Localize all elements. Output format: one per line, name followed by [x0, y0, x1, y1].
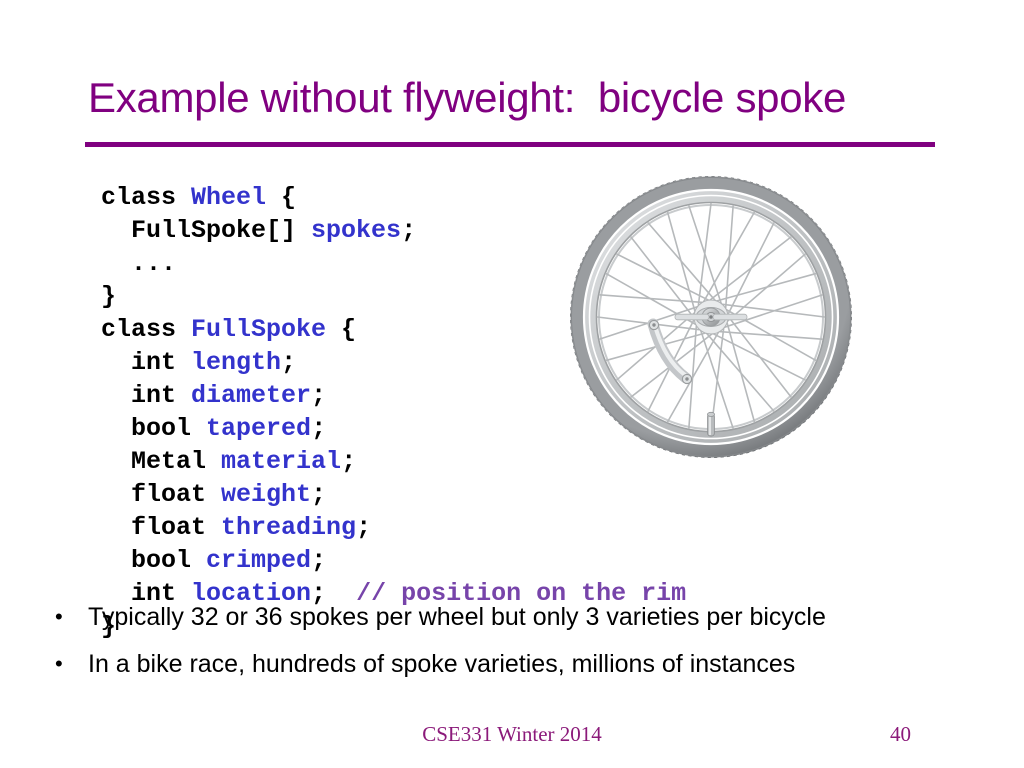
- code-token-id: Wheel: [191, 183, 267, 212]
- code-token-kw: bool: [101, 546, 207, 575]
- bullet-text: In a bike race, hundreds of spoke variet…: [88, 650, 796, 678]
- code-token-punc: {: [326, 315, 357, 344]
- code-token-kw: bool: [101, 414, 207, 443]
- code-token-id: weight: [221, 480, 312, 509]
- code-token-id: material: [221, 447, 342, 476]
- code-token-id: tapered: [206, 414, 312, 443]
- title-divider: [85, 142, 935, 147]
- code-token-punc: ;: [311, 414, 327, 443]
- code-token-id: diameter: [191, 381, 312, 410]
- code-token-punc: ;: [311, 381, 327, 410]
- code-token-kw: int: [101, 348, 192, 377]
- code-token-punc: ;: [311, 480, 327, 509]
- wheel-spoke: [707, 330, 807, 381]
- code-token-id: FullSpoke: [191, 315, 327, 344]
- code-token-punc: }: [101, 282, 117, 311]
- wheel-valve-stem: [706, 411, 715, 437]
- code-token-kw: int: [101, 381, 192, 410]
- bullet-marker-icon: •: [55, 651, 63, 676]
- code-token-id: threading: [221, 513, 357, 542]
- code-token-punc: ;: [356, 513, 372, 542]
- code-token-kw: class: [101, 183, 192, 212]
- code-token-punc: ;: [311, 546, 327, 575]
- bullet-item: • Typically 32 or 36 spokes per wheel but…: [50, 600, 980, 647]
- code-token-kw: float: [101, 480, 222, 509]
- code-line: float weight;: [101, 478, 686, 511]
- code-token-punc: ...: [101, 249, 177, 278]
- code-token-kw: class: [101, 315, 192, 344]
- footer-page-number: 40: [890, 722, 911, 746]
- code-token-id: crimped: [206, 546, 312, 575]
- footer-course-label: CSE331 Winter 2014: [422, 722, 602, 746]
- code-token-kw: float: [101, 513, 222, 542]
- code-token-punc: ;: [341, 447, 357, 476]
- wheel-reflector-bracket: [647, 318, 693, 385]
- code-line: bool crimped;: [101, 544, 686, 577]
- code-token-punc: ;: [401, 216, 417, 245]
- bicycle-wheel-image: [570, 176, 852, 458]
- wheel-spoke: [724, 221, 775, 321]
- code-token-id: spokes: [311, 216, 402, 245]
- bullet-list: • Typically 32 or 36 spokes per wheel but…: [50, 600, 980, 694]
- code-token-kw: Metal: [101, 447, 222, 476]
- page-title: Example without flyweight: bicycle spoke: [88, 74, 847, 121]
- wheel-spoke: [615, 253, 715, 304]
- code-token-punc: ;: [281, 348, 297, 377]
- code-token-id: length: [191, 348, 282, 377]
- code-token-kw: FullSpoke[]: [101, 216, 312, 245]
- bullet-text: Typically 32 or 36 spokes per wheel but …: [88, 603, 826, 631]
- code-token-punc: {: [266, 183, 297, 212]
- wheel-hub: [674, 299, 748, 335]
- bullet-item: • In a bike race, hundreds of spoke varie…: [50, 647, 980, 694]
- code-line: float threading;: [101, 511, 686, 544]
- bullet-marker-icon: •: [55, 604, 63, 629]
